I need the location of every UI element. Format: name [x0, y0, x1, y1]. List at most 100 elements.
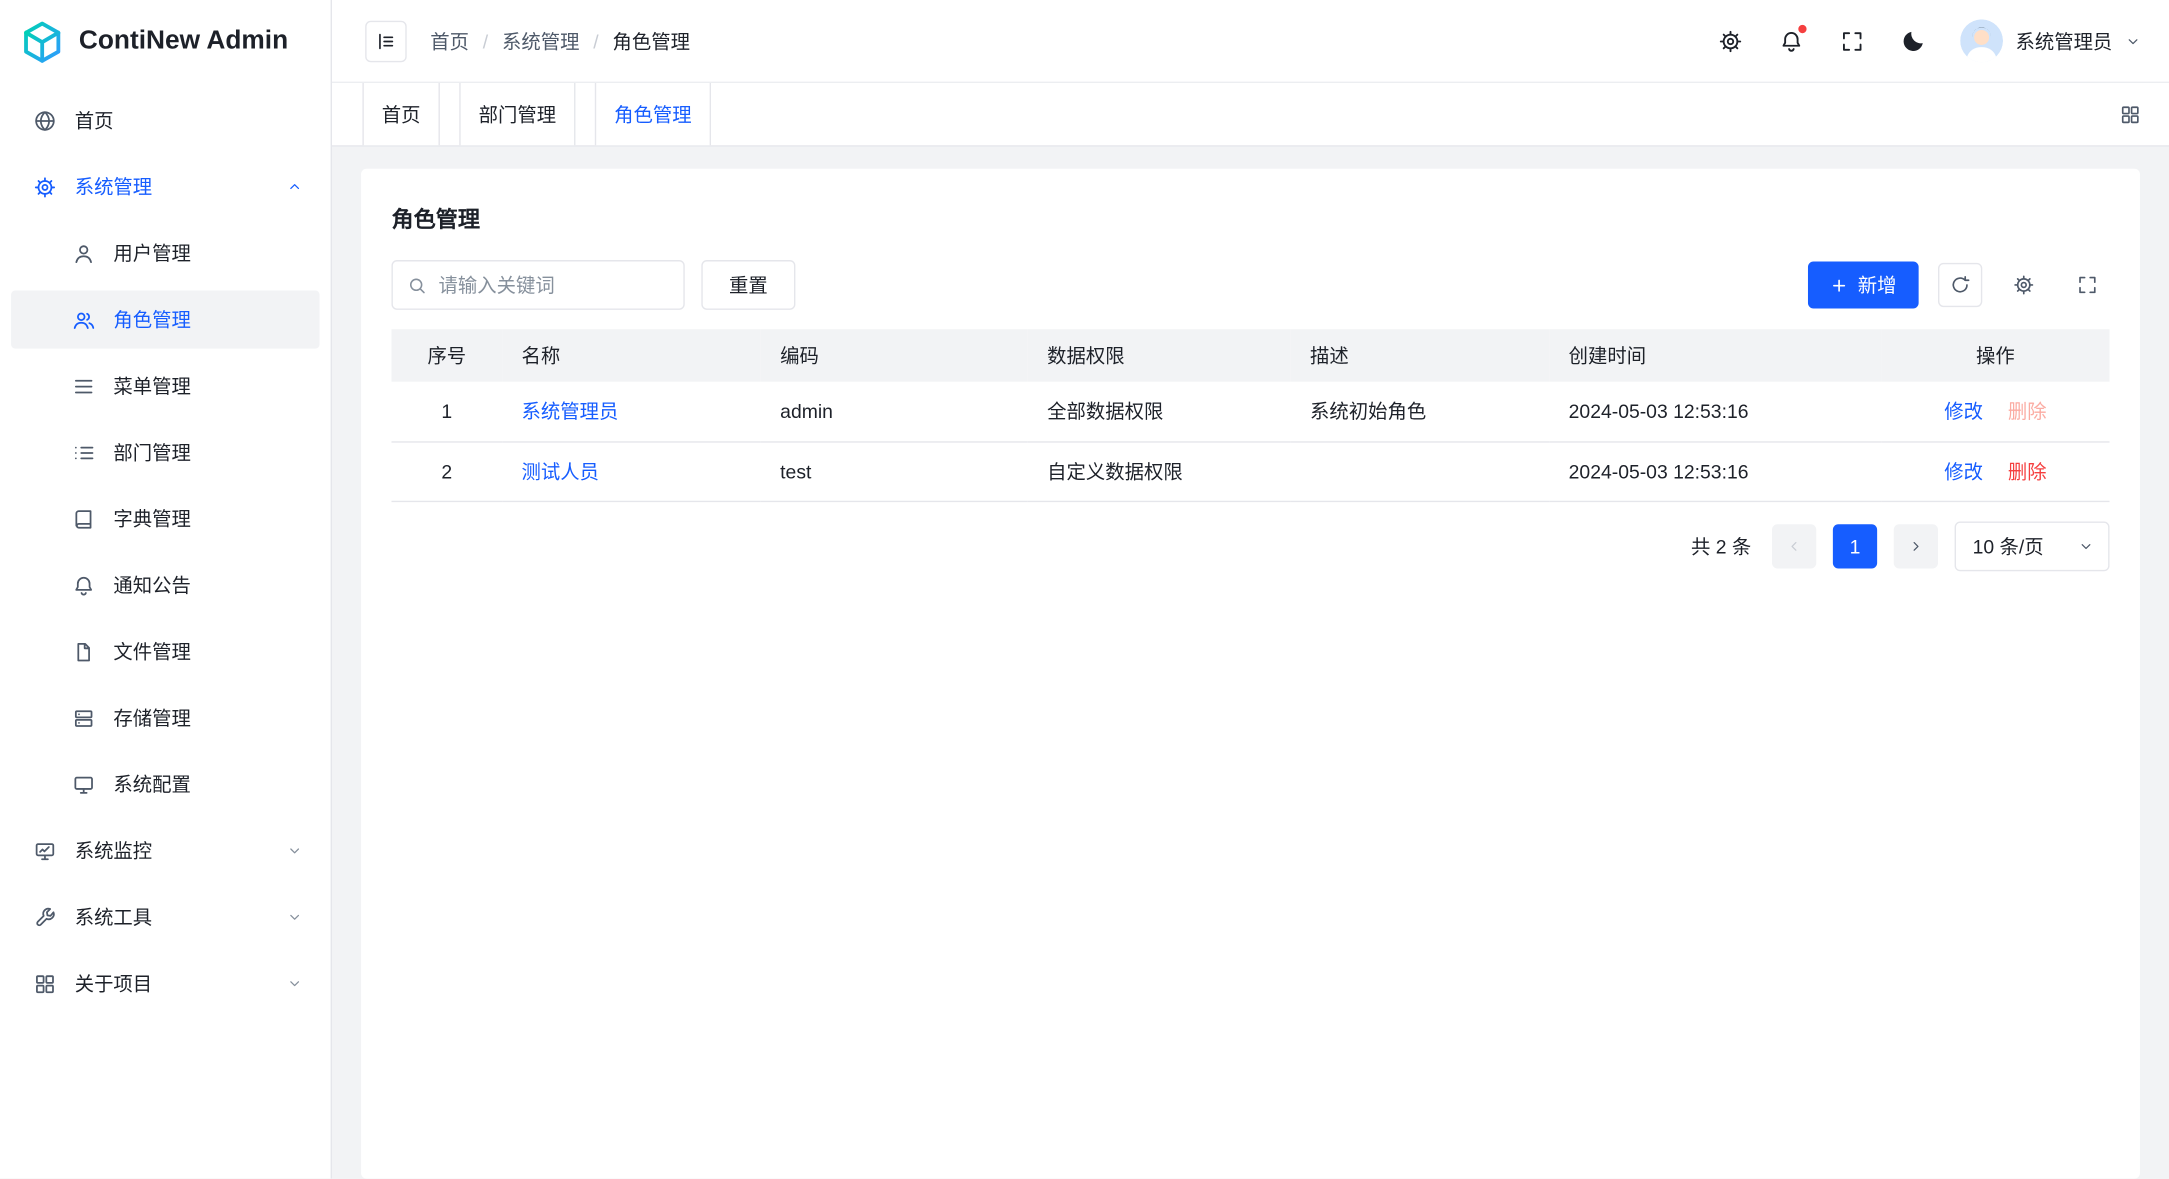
sidebar-item-file-management[interactable]: 文件管理 [11, 622, 319, 680]
chevron-left-icon [1786, 537, 1803, 554]
chevron-down-icon [286, 975, 303, 992]
search-box [391, 260, 684, 310]
search-icon [407, 275, 428, 296]
breadcrumb: 首页 / 系统管理 / 角色管理 [430, 27, 690, 55]
refresh-button[interactable] [1938, 263, 1982, 307]
brand-name: ContiNew Admin [79, 26, 288, 56]
settings-gear-icon[interactable] [1717, 27, 1745, 55]
sidebar-item-menu-management[interactable]: 菜单管理 [11, 357, 319, 415]
tab-bar: 首页 部门管理 角色管理 [332, 83, 2169, 147]
pagination-page-1[interactable]: 1 [1833, 524, 1877, 568]
tab-label: 部门管理 [479, 100, 556, 128]
sidebar-item-label: 系统配置 [113, 770, 303, 798]
dark-mode-moon-icon[interactable] [1899, 27, 1927, 55]
cell-data-scope: 全部数据权限 [1028, 382, 1291, 441]
pagination: 共 2 条 1 10 条/页 [391, 521, 2109, 571]
column-header-code: 编码 [761, 329, 1028, 382]
table-row: 1 系统管理员 admin 全部数据权限 系统初始角色 2024-05-03 1… [391, 382, 2109, 441]
cell-index: 2 [391, 441, 502, 500]
role-management-card: 角色管理 重置 新增 [361, 169, 2140, 1179]
sidebar-item-system-config[interactable]: 系统配置 [11, 755, 319, 813]
breadcrumb-item[interactable]: 系统管理 [502, 27, 579, 55]
refresh-icon [1949, 274, 1971, 296]
cell-index: 1 [391, 382, 502, 441]
table-toolbar: 重置 新增 [391, 260, 2109, 310]
notification-bell-icon[interactable] [1778, 27, 1806, 55]
cell-created-at: 2024-05-03 12:53:16 [1549, 382, 1881, 441]
main-column: 首页 / 系统管理 / 角色管理 [332, 0, 2169, 1179]
delete-link[interactable]: 删除 [2008, 460, 2047, 482]
toolbar-right: 新增 [1808, 261, 2110, 308]
gear-icon [1718, 28, 1743, 53]
sidebar-item-system-tools[interactable]: 系统工具 [11, 888, 319, 946]
breadcrumb-item[interactable]: 首页 [430, 27, 469, 55]
breadcrumb-item-current: 角色管理 [612, 27, 689, 55]
sidebar-item-system-management[interactable]: 系统管理 [11, 158, 319, 216]
gear-icon [2013, 274, 2035, 296]
page-size-value: 10 条/页 [1973, 532, 2044, 560]
desktop-icon [72, 773, 96, 797]
tab-home[interactable]: 首页 [362, 83, 439, 145]
sidebar-item-dict-management[interactable]: 字典管理 [11, 490, 319, 548]
edit-link[interactable]: 修改 [1944, 460, 1983, 482]
storage-icon [72, 706, 96, 730]
sidebar-item-notice[interactable]: 通知公告 [11, 556, 319, 614]
sidebar-item-label: 菜单管理 [113, 372, 303, 400]
sidebar-item-label: 存储管理 [113, 704, 303, 732]
sidebar-item-home[interactable]: 首页 [11, 91, 319, 149]
chevron-down-icon [2125, 33, 2142, 50]
tab-role-management[interactable]: 角色管理 [595, 83, 711, 145]
pagination-next-button[interactable] [1894, 524, 1938, 568]
sidebar-menu: 首页 系统管理 用户管理 角色管理 菜单管理 部门管理 [0, 83, 331, 1029]
brand-logo-icon [19, 19, 65, 65]
sidebar-item-label: 首页 [75, 107, 303, 135]
breadcrumb-separator: / [593, 30, 598, 52]
sidebar-item-label: 用户管理 [113, 239, 303, 267]
tabs-menu-grid-icon[interactable] [2119, 103, 2141, 125]
page-size-select[interactable]: 10 条/页 [1955, 521, 2110, 571]
globe-icon [33, 109, 57, 133]
edit-link[interactable]: 修改 [1944, 400, 1983, 422]
chevron-down-icon [286, 909, 303, 926]
fullscreen-icon[interactable] [1838, 27, 1866, 55]
sidebar-item-user-management[interactable]: 用户管理 [11, 224, 319, 282]
table-settings-button[interactable] [2002, 263, 2046, 307]
sidebar-collapse-button[interactable] [365, 20, 406, 61]
add-button[interactable]: 新增 [1808, 261, 1919, 308]
cell-description: 系统初始角色 [1291, 382, 1550, 441]
gear-icon [33, 175, 57, 199]
chevron-up-icon [286, 178, 303, 195]
brand: ContiNew Admin [0, 0, 331, 83]
column-header-operation: 操作 [1881, 329, 2109, 382]
sidebar-item-dept-management[interactable]: 部门管理 [11, 423, 319, 481]
tree-list-icon [72, 441, 96, 465]
header-actions: 系统管理员 [1717, 19, 2142, 62]
column-header-created-at: 创建时间 [1549, 329, 1881, 382]
tab-label: 角色管理 [614, 100, 691, 128]
add-button-label: 新增 [1858, 271, 1897, 299]
sidebar-item-role-management[interactable]: 角色管理 [11, 290, 319, 348]
app-root: ContiNew Admin 首页 系统管理 用户管理 角色管理 [0, 0, 2169, 1179]
user-icon [72, 241, 96, 265]
menu-fold-icon [375, 30, 397, 52]
column-header-name: 名称 [502, 329, 761, 382]
sidebar-item-about-project[interactable]: 关于项目 [11, 954, 319, 1012]
reset-button[interactable]: 重置 [701, 260, 795, 310]
role-name-link[interactable]: 测试人员 [522, 460, 599, 482]
sidebar-item-label: 系统管理 [75, 173, 269, 201]
role-name-link[interactable]: 系统管理员 [522, 400, 619, 422]
pagination-total: 共 2 条 [1691, 532, 1751, 560]
user-menu[interactable]: 系统管理员 [1960, 19, 2141, 62]
cell-data-scope: 自定义数据权限 [1028, 441, 1291, 500]
search-input[interactable] [439, 274, 670, 296]
menu-list-icon [72, 374, 96, 398]
cell-created-at: 2024-05-03 12:53:16 [1549, 441, 1881, 500]
plus-icon [1830, 276, 1848, 294]
apps-grid-icon [33, 972, 57, 996]
table-fullscreen-button[interactable] [2065, 263, 2109, 307]
sidebar-item-label: 系统工具 [75, 903, 269, 931]
sidebar-item-system-monitor[interactable]: 系统监控 [11, 822, 319, 880]
tab-dept-management[interactable]: 部门管理 [459, 83, 575, 145]
chevron-down-icon [2078, 537, 2095, 554]
sidebar-item-storage-management[interactable]: 存储管理 [11, 689, 319, 747]
